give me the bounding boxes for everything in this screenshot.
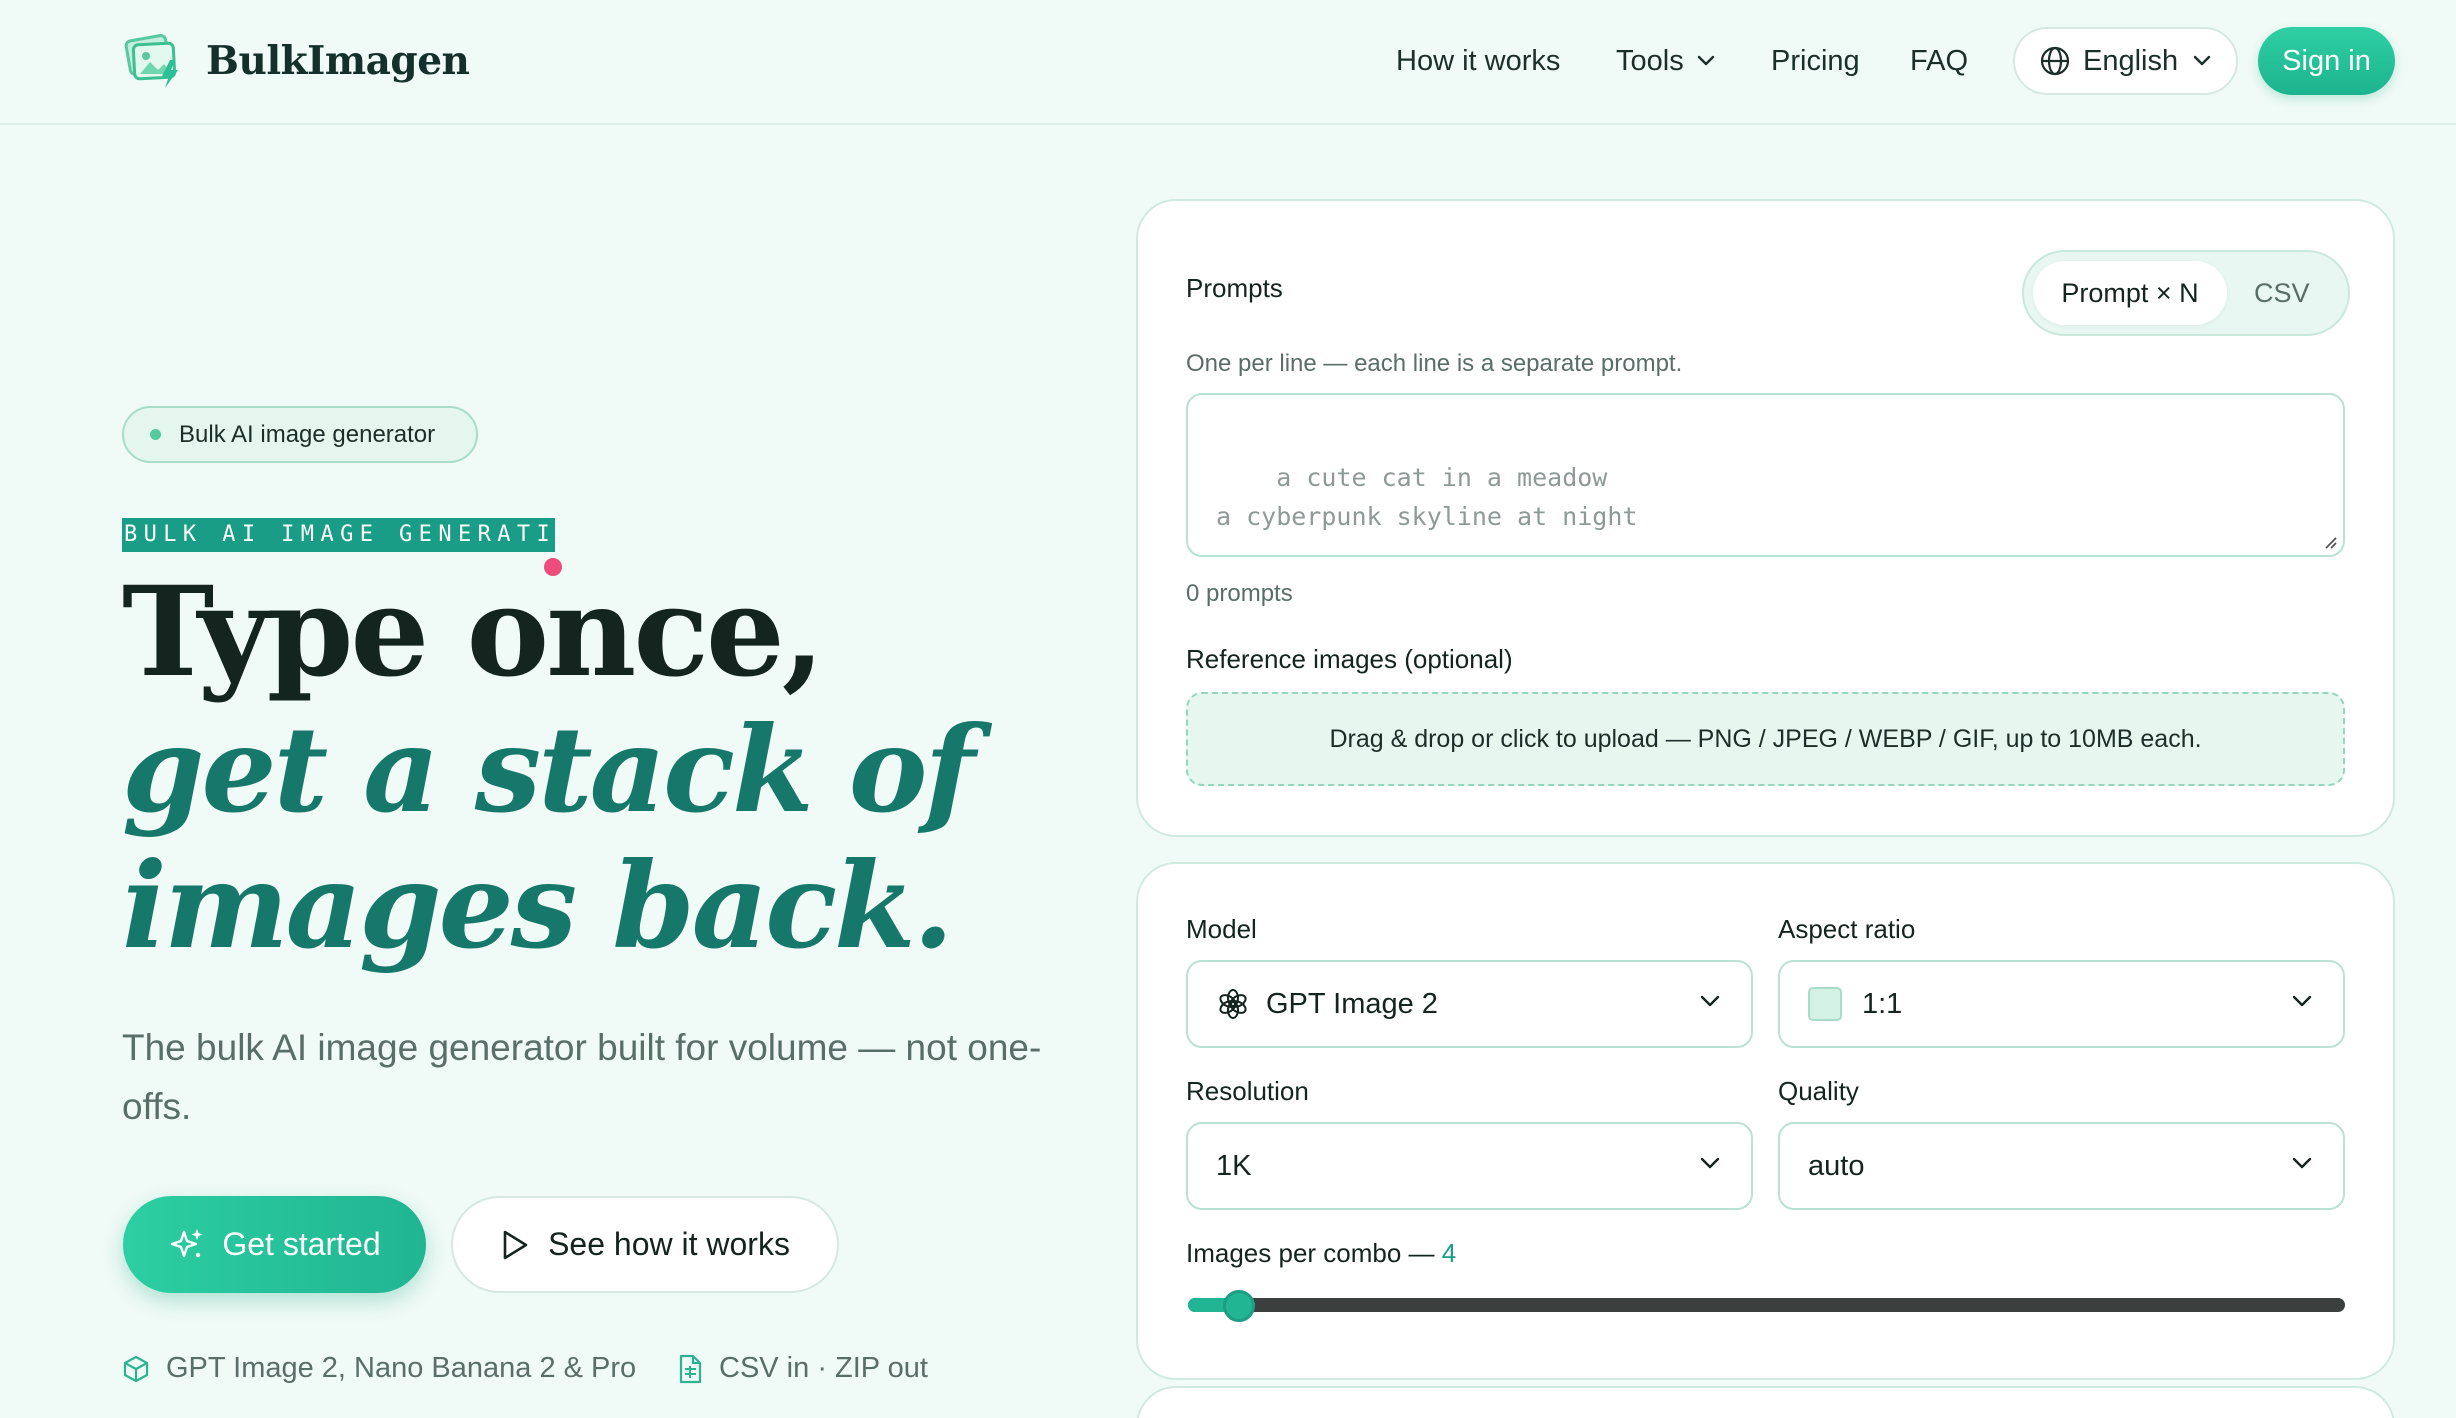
language-label: English	[2083, 44, 2179, 77]
prompts-card: Prompts Prompt × N CSV One per line — ea…	[1136, 199, 2395, 837]
quality-select[interactable]: auto	[1778, 1122, 2345, 1210]
slider-thumb[interactable]	[1223, 1290, 1255, 1322]
hero-eyebrow: BULK AI IMAGE GENERATION	[122, 518, 555, 552]
chevron-down-icon	[1700, 995, 1720, 1007]
chevron-down-icon	[2292, 995, 2312, 1007]
mode-prompt-x-n[interactable]: Prompt × N	[2033, 261, 2227, 325]
model-label: Model	[1186, 914, 1257, 944]
chevron-down-icon	[2292, 1157, 2312, 1169]
chevron-down-icon	[1697, 55, 1714, 66]
brand-logo[interactable]: BulkImagen	[122, 30, 470, 92]
settings-card: Model Aspect ratio GPT Image 2 1:1 Resol…	[1136, 862, 2395, 1380]
nav-how-it-works[interactable]: How it works	[1396, 0, 1560, 122]
resolution-select[interactable]: 1K	[1186, 1122, 1753, 1210]
hero-badge: Bulk AI image generator	[122, 406, 478, 463]
sign-in-label: Sign in	[2282, 44, 2371, 77]
hero-title-line-3: images back.	[122, 836, 954, 975]
hero-title-line-2: get a stack of	[122, 700, 975, 839]
cube-icon	[123, 1355, 149, 1382]
globe-icon	[2040, 46, 2070, 76]
hero-subtitle: The bulk AI image generator built for vo…	[122, 1027, 1042, 1127]
site-header: BulkImagen How it works Tools Pricing FA…	[0, 0, 2456, 125]
model-value: GPT Image 2	[1266, 987, 1438, 1020]
prompts-textarea[interactable]: a cute cat in a meadow a cyberpunk skyli…	[1186, 393, 2345, 557]
sparkles-icon	[171, 1228, 203, 1257]
chevron-down-icon	[1700, 1157, 1720, 1169]
mode-csv[interactable]: CSV	[2254, 261, 2310, 325]
resolution-value: 1K	[1216, 1149, 1252, 1182]
chevron-down-icon	[2193, 55, 2211, 66]
language-selector[interactable]: English	[2013, 27, 2238, 95]
prompt-count: 0 prompts	[1186, 580, 1293, 607]
file-spreadsheet-icon	[679, 1354, 702, 1383]
nav-how-it-works-label: How it works	[1396, 44, 1561, 77]
get-started-button[interactable]: Get started	[123, 1196, 426, 1293]
prompts-helper: One per line — each line is a separate p…	[1186, 350, 1683, 377]
hero-title-line-1: Type once,	[122, 560, 825, 705]
nav-pricing-label: Pricing	[1771, 44, 1860, 77]
next-card	[1136, 1386, 2395, 1418]
get-started-label: Get started	[222, 1226, 381, 1262]
resolution-label: Resolution	[1186, 1076, 1309, 1106]
quality-value: auto	[1808, 1149, 1865, 1182]
prompts-placeholder: a cute cat in a meadow a cyberpunk skyli…	[1216, 463, 1638, 531]
feature-models-label: GPT Image 2, Nano Banana 2 & Pro	[166, 1352, 637, 1384]
model-select[interactable]: GPT Image 2	[1186, 960, 1753, 1048]
feature-csv-zip: CSV in · ZIP out	[677, 1352, 928, 1385]
prompt-mode-toggle: Prompt × N CSV	[2022, 250, 2350, 336]
images-per-combo-slider[interactable]	[1188, 1298, 2345, 1312]
openai-icon	[1219, 989, 1247, 1019]
aspect-ratio-select[interactable]: 1:1	[1778, 960, 2345, 1048]
quality-label: Quality	[1778, 1076, 1859, 1106]
hero-badge-label: Bulk AI image generator	[179, 420, 436, 448]
images-per-combo-value: 4	[1441, 1238, 1457, 1268]
logo-icon	[122, 30, 186, 92]
nav-pricing[interactable]: Pricing	[1771, 0, 1860, 122]
aspect-ratio-swatch-icon	[1808, 987, 1842, 1021]
see-how-it-works-label: See how it works	[548, 1226, 790, 1262]
feature-csv-zip-label: CSV in · ZIP out	[719, 1352, 928, 1384]
dropzone-text: Drag & drop or click to upload — PNG / J…	[1329, 724, 2202, 753]
reference-images-dropzone[interactable]: Drag & drop or click to upload — PNG / J…	[1186, 692, 2345, 786]
status-dot-icon	[150, 429, 161, 440]
nav-tools[interactable]: Tools	[1616, 0, 1716, 122]
nav-faq[interactable]: FAQ	[1910, 0, 1968, 122]
images-per-combo-label: Images per combo — 4	[1186, 1238, 1456, 1269]
prompts-label: Prompts	[1186, 273, 1283, 303]
brand-name: BulkImagen	[206, 38, 470, 84]
feature-models: GPT Image 2, Nano Banana 2 & Pro	[122, 1352, 636, 1385]
aspect-ratio-label: Aspect ratio	[1778, 914, 1916, 944]
sign-in-button[interactable]: Sign in	[2258, 27, 2395, 95]
reference-images-label: Reference images (optional)	[1186, 644, 1513, 674]
play-icon	[503, 1230, 528, 1259]
images-per-combo-text: Images per combo —	[1186, 1238, 1435, 1268]
aspect-ratio-value: 1:1	[1862, 987, 1903, 1020]
nav-faq-label: FAQ	[1910, 44, 1969, 77]
resize-handle-icon[interactable]	[2321, 533, 2337, 549]
see-how-it-works-button[interactable]: See how it works	[451, 1196, 839, 1293]
nav-tools-label: Tools	[1616, 44, 1684, 77]
